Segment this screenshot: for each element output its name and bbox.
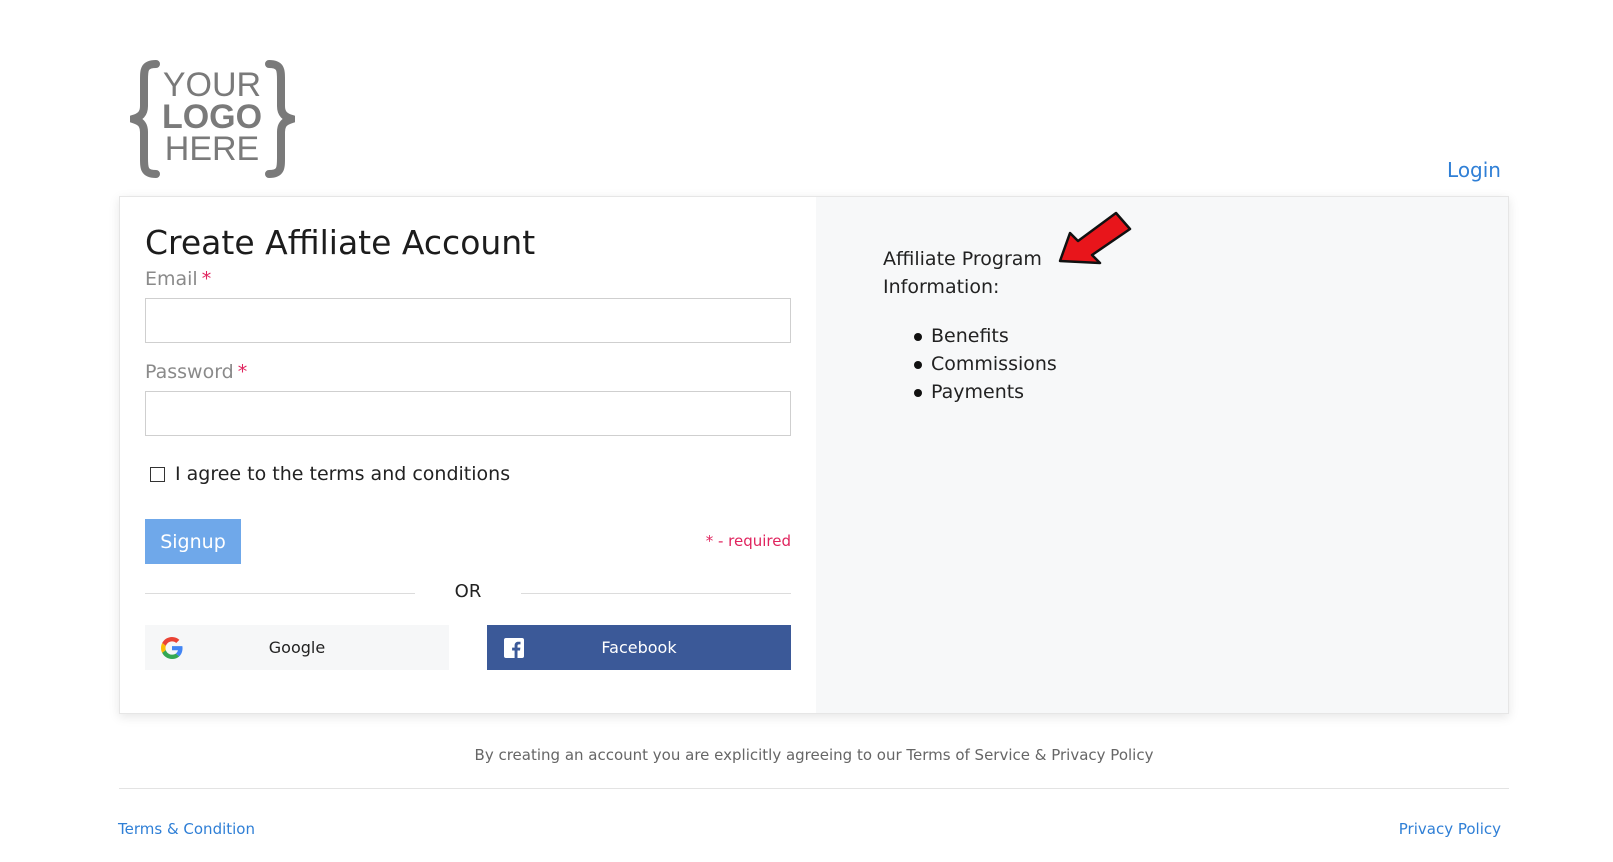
password-label-text: Password [145, 361, 234, 383]
affiliate-info-panel: Affiliate Program Information: Benefits … [816, 197, 1508, 713]
email-label-text: Email [145, 268, 198, 290]
list-item: Payments [914, 378, 1057, 406]
form-title: Create Affiliate Account [145, 223, 536, 262]
red-arrow-icon [1058, 211, 1132, 265]
terms-row: I agree to the terms and conditions [150, 463, 510, 485]
google-button-label: Google [268, 638, 326, 657]
required-asterisk: * [237, 361, 248, 383]
google-signin-button[interactable]: Google [145, 625, 449, 670]
terms-checkbox-label[interactable]: I agree to the terms and conditions [175, 463, 510, 485]
info-list: Benefits Commissions Payments [914, 322, 1057, 406]
company-logo: YOUR LOGO HERE [130, 60, 295, 178]
google-icon [161, 637, 183, 659]
terms-checkbox[interactable] [150, 466, 165, 482]
login-link[interactable]: Login [1447, 158, 1501, 182]
signup-form: Create Affiliate Account Email * Password… [120, 197, 816, 713]
logo-line-3: HERE [165, 130, 259, 168]
page: YOUR LOGO HERE Login Create Affiliate Ac… [0, 0, 1613, 862]
required-asterisk: * [201, 268, 212, 290]
signup-button[interactable]: Signup [145, 519, 241, 564]
password-label: Password * [145, 361, 247, 383]
email-input[interactable] [145, 298, 791, 343]
info-title: Affiliate Program Information: [883, 248, 1042, 298]
privacy-policy-link[interactable]: Privacy Policy [1399, 820, 1501, 838]
footer-divider [119, 788, 1509, 789]
terms-link[interactable]: Terms & Condition [118, 820, 255, 838]
agreement-text: By creating an account you are explicitl… [474, 746, 1154, 764]
list-item: Commissions [914, 350, 1057, 378]
email-label: Email * [145, 268, 211, 290]
required-note: * - required [705, 532, 791, 550]
signup-card: Create Affiliate Account Email * Password… [119, 196, 1509, 714]
facebook-icon [504, 638, 524, 658]
or-separator: OR [454, 581, 482, 602]
divider-right [521, 593, 791, 594]
facebook-button-label: Facebook [601, 638, 677, 657]
facebook-signin-button[interactable]: Facebook [487, 625, 791, 670]
list-item: Benefits [914, 322, 1057, 350]
password-input[interactable] [145, 391, 791, 436]
